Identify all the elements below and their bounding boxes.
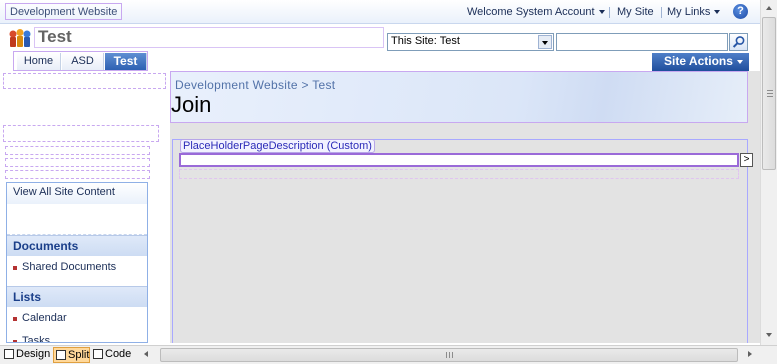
page-description-field[interactable] <box>179 153 739 167</box>
placeholder-region <box>179 169 739 179</box>
global-bar: Development Website Welcome System Accou… <box>0 0 760 24</box>
quick-launch-spacer <box>7 204 147 235</box>
ql-item-calendar[interactable]: Calendar <box>7 307 147 330</box>
placeholder-region <box>3 73 166 89</box>
split-view-icon <box>56 350 66 360</box>
my-site-link[interactable]: My Site <box>617 6 654 18</box>
chevron-down-icon <box>736 59 743 64</box>
search-scope-select[interactable]: This Site: Test <box>387 33 554 51</box>
site-title-container <box>34 27 384 48</box>
placeholder-region <box>5 146 150 155</box>
placeholder-region <box>5 170 150 179</box>
title-row: Test This Site: Test <box>0 24 760 51</box>
page-title: Join <box>171 92 212 117</box>
quick-launch: View All Site Content Documents Shared D… <box>6 182 148 343</box>
site-breadcrumb-link[interactable]: Development Website <box>5 3 123 20</box>
code-view-label: Code <box>105 348 132 360</box>
grip-line <box>767 93 773 94</box>
my-links-label: My Links <box>667 6 711 18</box>
tab-asd[interactable]: ASD <box>62 53 104 70</box>
quick-launch-spacer <box>7 279 147 286</box>
ql-heading-documents[interactable]: Documents <box>7 235 147 256</box>
welcome-label: Welcome System Account <box>467 6 595 18</box>
search-input[interactable] <box>556 33 728 51</box>
view-mode-bar: Design Split Code <box>0 345 777 364</box>
scroll-up-icon[interactable] <box>761 0 777 17</box>
tab-test[interactable]: Test <box>105 53 147 70</box>
split-view-label: Split <box>68 349 90 361</box>
scroll-left-icon[interactable] <box>137 347 157 363</box>
welcome-menu[interactable]: Welcome System Account <box>467 6 605 18</box>
ql-heading-lists[interactable]: Lists <box>7 286 147 307</box>
grip-line <box>767 96 773 97</box>
grip-line <box>767 90 773 91</box>
divider <box>609 7 610 18</box>
placeholder-region <box>3 125 159 142</box>
design-view-label: Design <box>16 348 51 360</box>
vertical-scroll-thumb[interactable] <box>762 17 776 170</box>
help-icon[interactable]: ? <box>733 4 748 19</box>
search-icon <box>732 36 745 48</box>
chevron-down-icon <box>598 10 605 15</box>
split-view-button[interactable]: Split <box>53 347 90 363</box>
divider <box>661 7 662 18</box>
design-view-icon <box>4 349 14 359</box>
search-scope-value: This Site: Test <box>391 35 460 47</box>
main-content: Development Website > Test Join PlaceHol… <box>170 71 760 343</box>
ql-item-shared-documents[interactable]: Shared Documents <box>7 256 147 279</box>
vertical-scrollbar[interactable] <box>760 0 777 345</box>
search-button[interactable] <box>729 33 748 51</box>
placeholder-region <box>5 158 150 167</box>
grip-line <box>446 352 447 358</box>
sharepoint-logo-icon <box>9 29 31 47</box>
ql-item-tasks[interactable]: Tasks <box>7 330 147 342</box>
site-title[interactable]: Test <box>38 27 72 47</box>
top-nav-bar: Home ASD Test Site Actions <box>0 51 760 71</box>
horizontal-scroll-thumb[interactable] <box>160 348 738 362</box>
site-actions-label: Site Actions <box>664 54 733 68</box>
grip-line <box>449 352 450 358</box>
view-all-site-content-link[interactable]: View All Site Content <box>7 183 147 204</box>
code-view-button[interactable]: Code <box>91 347 133 363</box>
breadcrumb[interactable]: Development Website > Test <box>175 78 335 92</box>
left-column: View All Site Content Documents Shared D… <box>0 71 170 343</box>
grip-line <box>452 352 453 358</box>
placeholder-label[interactable]: PlaceHolderPageDescription (Custom) <box>180 139 375 153</box>
chevron-down-icon <box>714 10 721 15</box>
design-view-button[interactable]: Design <box>2 347 52 363</box>
my-links-menu[interactable]: My Links <box>667 6 721 18</box>
scroll-right-icon[interactable] <box>741 347 759 363</box>
page-title-area: Development Website > Test Join <box>170 71 748 123</box>
chevron-right-icon[interactable]: > <box>740 153 753 167</box>
chevron-down-icon[interactable] <box>538 35 552 49</box>
site-actions-button[interactable]: Site Actions <box>652 53 749 71</box>
scroll-down-icon[interactable] <box>761 326 777 343</box>
tab-home[interactable]: Home <box>17 53 61 70</box>
code-view-icon <box>93 349 103 359</box>
